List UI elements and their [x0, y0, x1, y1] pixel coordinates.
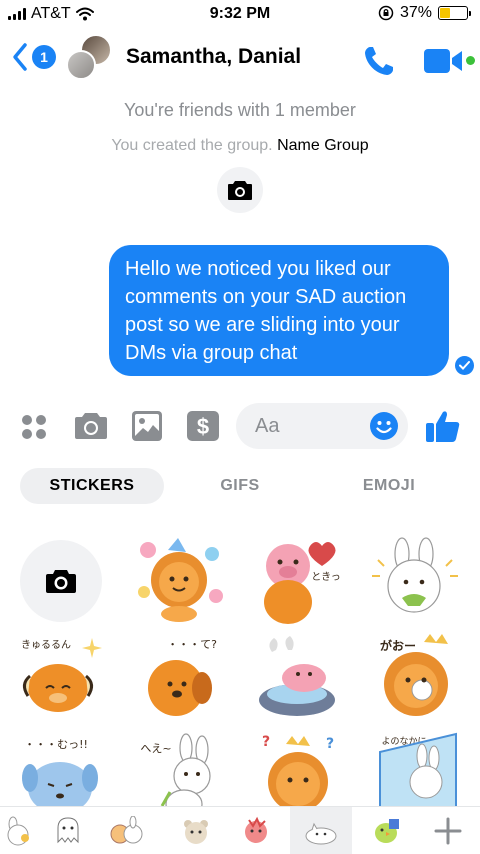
cow-sparkle-sticker[interactable]: きゅるるん: [16, 632, 106, 722]
bunny-waterfall-sticker[interactable]: よのなかに: [370, 732, 460, 806]
sticker-camera-button[interactable]: [20, 540, 102, 622]
lion-hug-sticker[interactable]: がおー: [370, 632, 460, 722]
back-chevron-icon: [13, 43, 27, 71]
tab-emoji[interactable]: EMOJI: [318, 468, 460, 504]
bunny-cheering-sticker[interactable]: [370, 536, 460, 626]
group-created-info: You created the group. Name Group: [0, 137, 480, 155]
sticker-text-kyurun: きゅるるん: [21, 639, 71, 651]
camera-icon: [46, 570, 76, 593]
add-pack-icon[interactable]: [424, 807, 472, 854]
bunny-pack-icon[interactable]: [0, 807, 42, 854]
avatar: [66, 50, 96, 80]
composer-bar: $: [0, 400, 480, 452]
tab-gifs[interactable]: GIFS: [178, 468, 302, 504]
more-dots-icon[interactable]: [20, 413, 48, 441]
group-avatar[interactable]: [66, 34, 114, 82]
sticker-tabs: STICKERS GIFS EMOJI: [0, 468, 480, 504]
back-button[interactable]: 1: [12, 42, 56, 72]
blue-dog-sticker[interactable]: ・・・むっ!!: [16, 732, 106, 806]
question-mark-icon: ?: [262, 734, 270, 750]
thumbs-up-icon[interactable]: [425, 409, 461, 443]
phone-icon[interactable]: [362, 44, 396, 78]
bunny-walking-sticker[interactable]: へえ~: [134, 732, 224, 806]
pig-bath-sticker[interactable]: [252, 632, 342, 722]
battery-percent: 37%: [399, 4, 432, 21]
chick-pack-icon[interactable]: [232, 807, 280, 854]
pig-heart-sticker[interactable]: ときっ: [252, 536, 342, 626]
question-mark-icon: ?: [326, 736, 334, 752]
conversation-title[interactable]: Samantha, Danial: [126, 45, 301, 69]
friends-info: You're friends with 1 member: [124, 100, 356, 120]
dollar-icon[interactable]: $: [186, 410, 220, 442]
tab-stickers[interactable]: STICKERS: [20, 468, 164, 504]
party-lion-sticker[interactable]: [134, 536, 224, 626]
status-bar: AT&T 9:32 PM 37%: [0, 0, 480, 28]
camera-icon[interactable]: [74, 411, 108, 441]
video-camera-icon[interactable]: [424, 48, 464, 74]
sticker-text-hee: へえ~: [140, 742, 171, 755]
sticker-text-tokki: ときっ: [311, 571, 341, 583]
camera-icon: [228, 181, 252, 200]
svg-text:$: $: [197, 414, 209, 439]
sent-check-icon: [455, 356, 474, 375]
lion-confused-sticker[interactable]: ? ?: [252, 732, 342, 806]
status-right: 37%: [378, 4, 471, 22]
bird-pack-icon[interactable]: [362, 807, 410, 854]
name-group-link[interactable]: Name Group: [277, 137, 369, 154]
battery-icon: [438, 6, 471, 20]
conversation-header: 1 Samantha, Danial: [0, 28, 480, 90]
message-bubble[interactable]: Hello we noticed you liked our comments …: [109, 245, 449, 376]
puppy-question-sticker[interactable]: ・・・て?: [134, 632, 224, 722]
sticker-text-gao: がおー: [380, 638, 416, 653]
sticker-text-te: ・・・て?: [167, 638, 217, 651]
bunnies-pack-icon[interactable]: [102, 807, 150, 854]
active-status-dot: [466, 56, 475, 65]
unread-count-badge: 1: [32, 45, 56, 69]
smiley-icon[interactable]: [369, 411, 399, 441]
battery-fill: [440, 8, 450, 18]
gallery-icon[interactable]: [131, 410, 163, 442]
sticker-grid: ときっ きゅるるん ・・・て? がおー ・・・むっ!! へえ~ ? ? よのなか…: [0, 528, 480, 806]
cat-pack-icon[interactable]: [290, 807, 352, 854]
ghost-pack-icon[interactable]: [44, 807, 92, 854]
created-text: You created the group.: [111, 137, 273, 154]
rotation-lock-icon: [378, 5, 394, 21]
sticker-text-mutt: ・・・むっ!!: [24, 738, 88, 751]
group-photo-button[interactable]: [217, 167, 263, 213]
bear-pack-icon[interactable]: [172, 807, 220, 854]
sticker-pack-bar: [0, 806, 480, 854]
